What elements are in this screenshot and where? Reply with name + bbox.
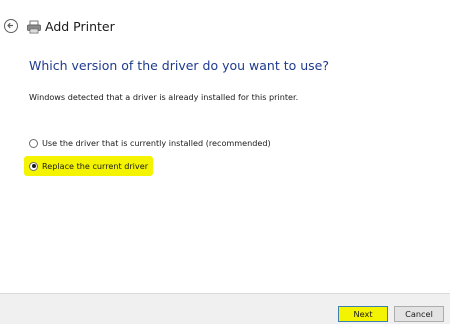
cancel-button[interactable]: Cancel [394,306,444,322]
title-bar: Add Printer [0,0,450,44]
option-label: Replace the current driver [42,161,149,171]
printer-icon [26,19,42,34]
radio-button-selected-icon[interactable] [29,161,38,171]
option-label: Use the driver that is currently install… [42,138,271,148]
window-title: Add Printer [45,19,115,34]
page-description: Windows detected that a driver is alread… [29,92,299,102]
page-heading: Which version of the driver do you want … [29,58,329,73]
back-arrow-icon[interactable] [4,19,18,33]
radio-button-icon[interactable] [29,138,38,148]
option-use-installed-driver[interactable]: Use the driver that is currently install… [29,136,271,150]
next-button[interactable]: Next [338,306,388,322]
option-replace-current-driver[interactable]: Replace the current driver [24,156,154,176]
